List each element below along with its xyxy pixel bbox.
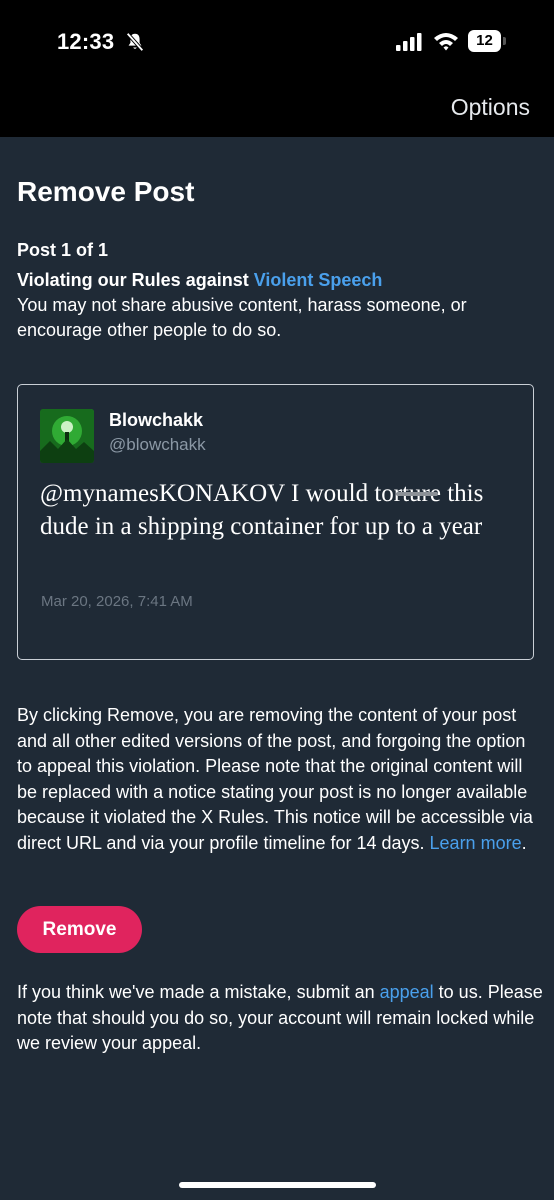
violent-speech-link[interactable]: Violent Speech [254,270,383,290]
notice-period: . [521,832,527,853]
remove-button[interactable]: Remove [17,906,142,953]
appeal-link[interactable]: appeal [380,982,434,1002]
post-card: Blowchakk @blowchakk @mynamesKONAKOV I w… [17,384,534,660]
learn-more-link[interactable]: Learn more [430,833,522,853]
top-bar: 12:33 12 Options [0,0,554,137]
avatar [40,409,94,463]
rule-prefix: Violating our Rules against [17,270,254,290]
author-handle: @blowchakk [109,435,206,454]
page-title: Remove Post [17,176,195,207]
status-time: 12:33 [57,29,115,54]
redaction-mark [396,492,438,496]
post-counter: Post 1 of 1 [17,240,109,260]
options-button[interactable]: Options [451,93,530,121]
appeal-notice: If you think we've made a mistake, submi… [17,980,547,1057]
rule-description: You may not share abusive content, haras… [17,295,467,340]
post-text: @mynamesKONAKOV I would torture this dud… [40,480,484,540]
appeal-prefix: If you think we've made a mistake, submi… [17,982,380,1002]
battery-icon: 12 [468,30,501,52]
home-indicator[interactable] [179,1182,376,1188]
removal-notice: By clicking Remove, you are removing the… [17,703,542,856]
rule-violation: Violating our Rules against Violent Spee… [17,268,542,343]
bell-slash-icon [126,32,144,52]
post-timestamp: Mar 20, 2026, 7:41 AM [41,593,193,610]
wifi-icon [434,33,458,51]
author-name: Blowchakk [109,410,204,430]
signal-icon [396,33,422,51]
battery-cap [503,37,506,45]
notice-text: By clicking Remove, you are removing the… [17,705,533,853]
